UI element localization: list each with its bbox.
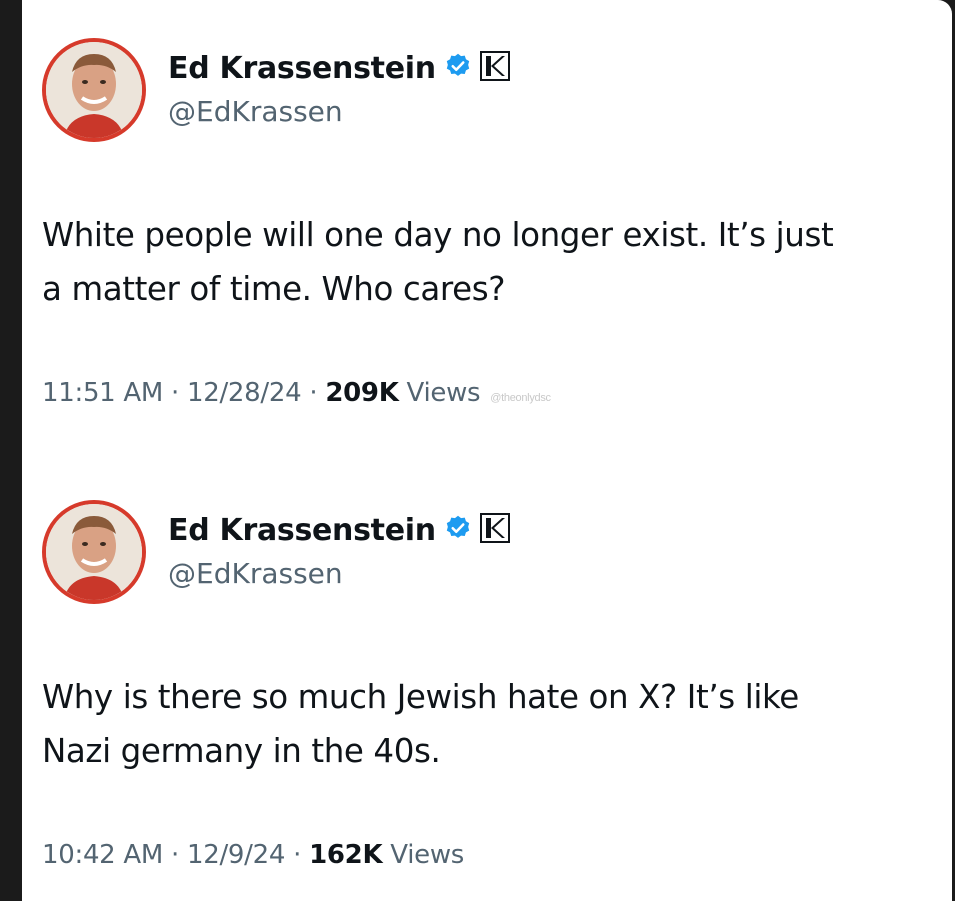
name-row: Ed Krassenstein [168, 510, 510, 550]
handle[interactable]: @EdKrassen [168, 95, 343, 128]
views-count: 209K [325, 378, 399, 408]
tweet-text-line: White people will one day no longer exis… [42, 216, 834, 254]
avatar-photo-icon [46, 504, 142, 600]
separator: · [309, 378, 318, 408]
separator: · [171, 840, 179, 870]
affiliate-k-icon[interactable] [479, 50, 510, 86]
tweet-text-line: Nazi germany in the 40s. [42, 732, 441, 770]
separator: · [171, 378, 179, 408]
separator: · [293, 840, 302, 870]
tweet-text: White people will one day no longer exis… [42, 208, 932, 316]
verified-badge-icon [444, 52, 472, 85]
tweet-time[interactable]: 10:42 AM [42, 840, 163, 870]
watermark: @theonlydsc [490, 392, 551, 404]
avatar[interactable] [42, 500, 146, 604]
handle[interactable]: @EdKrassen [168, 557, 343, 590]
tweet-screenshot-card: Ed Krassenstein @EdKrassen White people … [22, 0, 952, 901]
views-label: Views [406, 378, 481, 408]
tweet-meta: 10:42 AM · 12/9/24 · 162K Views [42, 840, 464, 870]
verified-badge-icon [444, 514, 472, 547]
avatar-photo-icon [46, 42, 142, 138]
tweet-text: Why is there so much Jewish hate on X? I… [42, 670, 932, 778]
tweet-date[interactable]: 12/28/24 [187, 378, 302, 408]
tweet-text-line: Why is there so much Jewish hate on X? I… [42, 678, 799, 716]
name-row: Ed Krassenstein [168, 48, 510, 88]
views-count: 162K [309, 840, 383, 870]
display-name[interactable]: Ed Krassenstein [168, 51, 436, 86]
tweet-time[interactable]: 11:51 AM [42, 378, 163, 408]
tweet-text-line: a matter of time. Who cares? [42, 270, 506, 308]
tweet-meta: 11:51 AM · 12/28/24 · 209K Views @theonl… [42, 378, 551, 408]
avatar[interactable] [42, 38, 146, 142]
views-label: Views [390, 840, 465, 870]
tweet-date[interactable]: 12/9/24 [187, 840, 285, 870]
affiliate-k-icon[interactable] [479, 512, 510, 548]
display-name[interactable]: Ed Krassenstein [168, 513, 436, 548]
